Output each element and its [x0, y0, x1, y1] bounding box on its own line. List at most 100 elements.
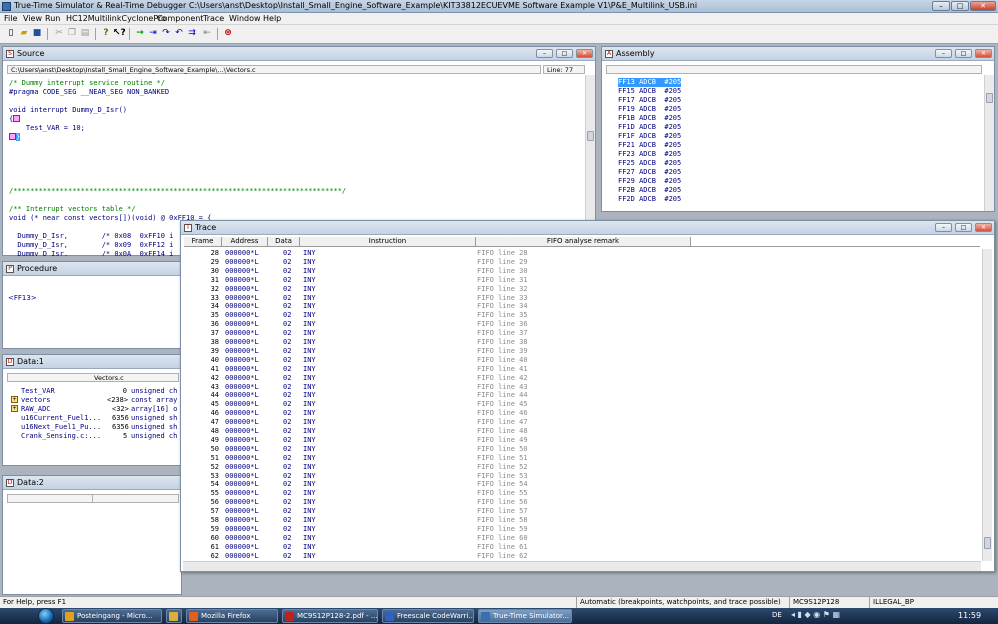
menu-window[interactable]: Window	[229, 14, 261, 23]
taskbar-explorer[interactable]	[166, 609, 182, 623]
trace-row[interactable]: 49 000000*L 02 INY FIFO line 49	[185, 436, 981, 445]
col-data[interactable]: Data	[268, 237, 300, 247]
assembly-line[interactable]: FF1D ADCB #205	[618, 123, 681, 132]
reset-icon[interactable]: ⊛	[222, 27, 234, 40]
trace-row[interactable]: 50 000000*L 02 INY FIFO line 50	[185, 445, 981, 454]
col-instruction[interactable]: Instruction	[300, 237, 476, 247]
assembly-step-icon[interactable]: ⇉	[186, 27, 198, 40]
paste-icon[interactable]: ▤	[79, 27, 91, 40]
trace-row[interactable]: 51 000000*L 02 INY FIFO line 51	[185, 454, 981, 463]
assembly-line[interactable]: FF29 ADCB #205	[618, 177, 681, 186]
trace-row[interactable]: 54 000000*L 02 INY FIFO line 54	[185, 480, 981, 489]
open-icon[interactable]: ▰	[18, 27, 30, 40]
assembly-line[interactable]: FF2D ADCB #205	[618, 195, 681, 204]
var-name[interactable]: Crank_Sensing.c:...	[21, 432, 101, 441]
col-fifo-remark[interactable]: FIFO analyse remark	[476, 237, 691, 247]
var-name[interactable]: u16Next_Fuel1_Pu...	[21, 423, 101, 432]
single-step-icon[interactable]: ⇥	[147, 27, 159, 40]
assembly-line[interactable]: FF27 ADCB #205	[618, 168, 681, 177]
trace-row[interactable]: 31 000000*L 02 INY FIFO line 31	[185, 276, 981, 285]
trace-row[interactable]: 39 000000*L 02 INY FIFO line 39	[185, 347, 981, 356]
menu-help[interactable]: Help	[263, 14, 281, 23]
taskbar-item[interactable]: Mozilla Firefox	[186, 609, 278, 623]
trace-row[interactable]: 36 000000*L 02 INY FIFO line 36	[185, 320, 981, 329]
assembly-line[interactable]: FF1F ADCB #205	[618, 132, 681, 141]
trace-row[interactable]: 37 000000*L 02 INY FIFO line 37	[185, 329, 981, 338]
help-icon[interactable]: ?	[100, 27, 112, 40]
assembly-line[interactable]: FF2B ADCB #205	[618, 186, 681, 195]
trace-maximize-button[interactable]: □	[955, 223, 972, 232]
trace-row[interactable]: 61 000000*L 02 INY FIFO line 61	[185, 543, 981, 552]
menu-run[interactable]: Run	[45, 14, 60, 23]
trace-row[interactable]: 35 000000*L 02 INY FIFO line 35	[185, 311, 981, 320]
assembly-line[interactable]: FF23 ADCB #205	[618, 150, 681, 159]
data1-module-tab[interactable]: Vectors.c	[94, 374, 124, 382]
taskbar-item-active[interactable]: True-Time Simulator...	[478, 609, 572, 623]
trace-row[interactable]: 59 000000*L 02 INY FIFO line 59	[185, 525, 981, 534]
menu-file[interactable]: File	[4, 14, 17, 23]
trace-row[interactable]: 42 000000*L 02 INY FIFO line 42	[185, 374, 981, 383]
trace-row[interactable]: 52 000000*L 02 INY FIFO line 52	[185, 463, 981, 472]
taskbar-item[interactable]: Posteingang - Micro...	[62, 609, 162, 623]
save-icon[interactable]: ■	[31, 27, 43, 40]
trace-close-button[interactable]: ✕	[975, 223, 992, 232]
trace-row[interactable]: 56 000000*L 02 INY FIFO line 56	[185, 498, 981, 507]
assembly-line[interactable]: FF17 ADCB #205	[618, 96, 681, 105]
assembly-line[interactable]: FF19 ADCB #205	[618, 105, 681, 114]
menu-trace[interactable]: Trace	[203, 14, 224, 23]
assembly-minimize-button[interactable]: –	[935, 49, 952, 58]
halt-icon[interactable]: ⇤	[201, 27, 213, 40]
source-minimize-button[interactable]: –	[536, 49, 553, 58]
trace-row[interactable]: 47 000000*L 02 INY FIFO line 47	[185, 418, 981, 427]
trace-row[interactable]: 45 000000*L 02 INY FIFO line 45	[185, 400, 981, 409]
source-maximize-button[interactable]: □	[556, 49, 573, 58]
taskbar-item[interactable]: Freescale CodeWarri...	[382, 609, 474, 623]
assembly-line[interactable]: FF25 ADCB #205	[618, 159, 681, 168]
assembly-line[interactable]: FF21 ADCB #205	[618, 141, 681, 150]
copy-icon[interactable]: ❐	[66, 27, 78, 40]
var-name[interactable]: u16Current_Fuel1...	[21, 414, 101, 423]
col-frame[interactable]: Frame	[184, 237, 222, 247]
start-icon[interactable]: →	[134, 27, 146, 40]
trace-row[interactable]: 55 000000*L 02 INY FIFO line 55	[185, 489, 981, 498]
trace-row[interactable]: 41 000000*L 02 INY FIFO line 41	[185, 365, 981, 374]
trace-row[interactable]: 48 000000*L 02 INY FIFO line 48	[185, 427, 981, 436]
col-address[interactable]: Address	[222, 237, 268, 247]
language-indicator[interactable]: DE	[772, 611, 782, 619]
var-name[interactable]: vectors	[21, 396, 51, 405]
assembly-maximize-button[interactable]: □	[955, 49, 972, 58]
trace-scrollbar[interactable]	[982, 249, 992, 561]
trace-row[interactable]: 44 000000*L 02 INY FIFO line 44	[185, 391, 981, 400]
taskbar-item[interactable]: MC9S12P128-2.pdf - ...	[282, 609, 378, 623]
breakpoint-marker-icon[interactable]	[9, 133, 16, 140]
trace-row[interactable]: 34 000000*L 02 INY FIFO line 34	[185, 302, 981, 311]
trace-minimize-button[interactable]: –	[935, 223, 952, 232]
var-name[interactable]: Test_VAR	[21, 387, 55, 396]
assembly-line[interactable]: FF1B ADCB #205	[618, 114, 681, 123]
context-help-icon[interactable]: ↖?	[113, 27, 126, 40]
trace-row[interactable]: 43 000000*L 02 INY FIFO line 43	[185, 383, 981, 392]
menu-view[interactable]: View	[23, 14, 42, 23]
trace-row[interactable]: 57 000000*L 02 INY FIFO line 57	[185, 507, 981, 516]
trace-row[interactable]: 29 000000*L 02 INY FIFO line 29	[185, 258, 981, 267]
expand-icon[interactable]: +	[11, 396, 18, 403]
assembly-scrollbar[interactable]	[984, 75, 994, 211]
assembly-line[interactable]: FF15 ADCB #205	[618, 87, 681, 96]
new-icon[interactable]: ▯	[5, 27, 17, 40]
cut-icon[interactable]: ✂	[53, 27, 65, 40]
trace-row[interactable]: 46 000000*L 02 INY FIFO line 46	[185, 409, 981, 418]
assembly-close-button[interactable]: ✕	[975, 49, 992, 58]
step-out-icon[interactable]: ↶	[173, 27, 185, 40]
trace-row[interactable]: 28 000000*L 02 INY FIFO line 28	[185, 249, 981, 258]
trace-row[interactable]: 38 000000*L 02 INY FIFO line 38	[185, 338, 981, 347]
trace-hscrollbar[interactable]	[183, 561, 981, 571]
procedure-entry[interactable]: <FF13>	[8, 294, 37, 302]
trace-row[interactable]: 60 000000*L 02 INY FIFO line 60	[185, 534, 981, 543]
var-name[interactable]: RAW_ADC	[21, 405, 51, 414]
app-minimize-button[interactable]: –	[932, 1, 950, 11]
trace-row[interactable]: 32 000000*L 02 INY FIFO line 32	[185, 285, 981, 294]
source-close-button[interactable]: ✕	[576, 49, 593, 58]
trace-row[interactable]: 53 000000*L 02 INY FIFO line 53	[185, 472, 981, 481]
breakpoint-marker-icon[interactable]	[13, 115, 21, 122]
clock[interactable]: 11:59	[958, 611, 981, 620]
